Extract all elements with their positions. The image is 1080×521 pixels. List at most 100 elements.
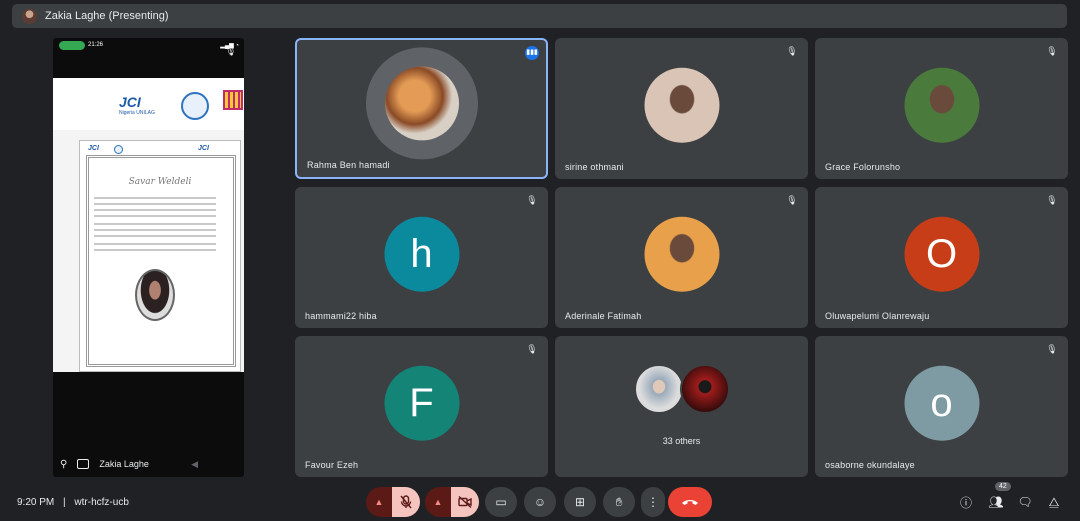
phone-time: 21:26 xyxy=(88,42,104,48)
certificate-line xyxy=(94,249,216,251)
seal-icon xyxy=(181,92,209,120)
participant-tile[interactable]: 🎙︎ Aderinale Fatimah xyxy=(555,187,808,328)
certificate-photo xyxy=(135,269,175,321)
jci-logo: JCI Nigeria UNILAG xyxy=(119,94,155,116)
mic-off-icon: 🎙︎ xyxy=(526,195,538,205)
mic-off-icon[interactable] xyxy=(392,487,420,517)
meeting-details-icon[interactable]: ⓘ xyxy=(954,487,978,517)
participant-tile[interactable]: 🎙︎ Grace Folorunsho xyxy=(815,38,1068,179)
avatar-letter: F xyxy=(409,380,434,425)
speaking-indicator-icon: ▮▮▮ xyxy=(525,46,539,60)
emoji-icon[interactable]: ☺ xyxy=(524,487,556,517)
participant-name: Oluwapelumi Olanrewaju xyxy=(825,311,930,321)
participant-avatar xyxy=(904,67,979,143)
camera-options-chevron-icon[interactable]: ▲ xyxy=(425,487,451,517)
presenter-label: Zakia Laghe (Presenting) xyxy=(45,10,169,22)
presentation-footer: ⚲ Zakia Laghe ◀ xyxy=(53,454,244,474)
phone-status-bar: 21:26 ▂▄▆ ◔ xyxy=(59,40,239,50)
presenter-avatar xyxy=(22,8,37,24)
participant-avatar: o xyxy=(904,365,979,441)
jci-logo-subtitle: Nigeria UNILAG xyxy=(119,110,155,116)
activities-icon[interactable]: ⧋ xyxy=(1042,487,1066,517)
present-control: ⊞ xyxy=(564,487,596,517)
info-separator: | xyxy=(63,497,66,508)
participant-avatar: F xyxy=(384,365,459,441)
certificate-line xyxy=(94,215,216,217)
certificate: JCI JCI Savar Weldeli xyxy=(79,140,241,372)
participant-name: Aderinale Fatimah xyxy=(565,311,642,321)
mic-off-icon: 🎙︎ xyxy=(786,195,798,205)
raise-hand-icon[interactable]: ✋︎ xyxy=(603,487,635,517)
others-avatars xyxy=(633,364,730,414)
hangup-icon[interactable] xyxy=(668,487,712,517)
participant-avatar xyxy=(644,67,719,143)
mic-off-icon: 🎙︎ xyxy=(225,46,237,56)
raise-hand-control: ✋︎ xyxy=(603,487,635,517)
certificate-line xyxy=(94,243,216,245)
certificate-line xyxy=(94,197,216,199)
certificate-line xyxy=(94,203,216,205)
jci-logo-text: JCI xyxy=(119,94,141,110)
screen-share-icon xyxy=(77,459,90,469)
participant-avatar xyxy=(679,364,730,414)
certificate-line xyxy=(94,235,216,237)
captions-control: ▭ xyxy=(485,487,517,517)
presenter-bar[interactable]: Zakia Laghe (Presenting) xyxy=(12,4,1067,28)
people-count-badge: 42 xyxy=(995,482,1011,491)
participant-name: Grace Folorunsho xyxy=(825,162,901,172)
mic-options-chevron-icon[interactable]: ▲ xyxy=(366,487,392,517)
participant-tile[interactable]: F 🎙︎ Favour Ezeh xyxy=(295,336,548,477)
avatar-letter: h xyxy=(410,231,433,276)
participant-photo xyxy=(384,65,459,140)
mic-off-icon: 🎙︎ xyxy=(1046,46,1058,56)
call-pill xyxy=(59,40,85,50)
participant-avatar xyxy=(633,364,684,414)
participant-tile[interactable]: O 🎙︎ Oluwapelumi Olanrewaju xyxy=(815,187,1068,328)
present-screen-icon[interactable]: ⊞ xyxy=(564,487,596,517)
certificate-seal-icon xyxy=(114,145,123,154)
participant-avatar: h xyxy=(384,216,459,292)
others-count: 33 others xyxy=(662,436,701,446)
camera-control: ▲ xyxy=(425,487,479,517)
clock: 9:20 PM xyxy=(17,497,55,508)
participant-name: Favour Ezeh xyxy=(305,460,359,470)
participant-tile[interactable]: 🎙︎ sirine othmani xyxy=(555,38,808,179)
participant-name: hammami22 hiba xyxy=(305,311,377,321)
meet-window: Zakia Laghe (Presenting) 21:26 ▂▄▆ ◔ 🎙︎ … xyxy=(0,0,1080,521)
collapse-icon[interactable]: ◀ xyxy=(191,459,198,470)
mic-control: ▲ xyxy=(366,487,420,517)
participant-tile[interactable]: ▮▮▮ Rahma Ben hamadi xyxy=(295,38,548,179)
meeting-code: wtr-hcfz-ucb xyxy=(74,497,129,508)
participant-avatar xyxy=(644,216,719,292)
certificate-logo-left: JCI xyxy=(88,145,99,152)
mic-off-icon: 🎙︎ xyxy=(1046,344,1058,354)
document-header: JCI Nigeria UNILAG xyxy=(53,78,244,130)
mic-off-icon: 🎙︎ xyxy=(526,344,538,354)
mic-off-icon: 🎙︎ xyxy=(786,46,798,56)
avatar-letter: O xyxy=(925,231,958,276)
presentation-tile[interactable]: 21:26 ▂▄▆ ◔ 🎙︎ JCI Nigeria UNILAG JCI JC… xyxy=(53,38,244,477)
mic-off-icon: 🎙︎ xyxy=(1046,195,1058,205)
emoji-control: ☺ xyxy=(524,487,556,517)
control-bar: 9:20 PM | wtr-hcfz-ucb ▲ ▲ ▭ ☺ ⊞ ✋︎ ⋮ ⓘ … xyxy=(0,482,1080,521)
participant-name: osaborne okundalaye xyxy=(825,460,915,470)
participant-name: sirine othmani xyxy=(565,162,624,172)
partner-logo xyxy=(223,90,243,110)
participant-video xyxy=(365,46,478,159)
certificate-line xyxy=(94,209,216,211)
participant-avatar: O xyxy=(904,216,979,292)
people-icon[interactable]: 👥︎ xyxy=(984,487,1008,517)
avatar-letter: o xyxy=(930,380,953,425)
participant-tile[interactable]: o 🎙︎ osaborne okundalaye xyxy=(815,336,1068,477)
participant-tile[interactable]: 33 others xyxy=(555,336,808,477)
hangup-control xyxy=(668,487,712,517)
camera-off-icon[interactable] xyxy=(451,487,479,517)
participant-tile[interactable]: h 🎙︎ hammami22 hiba xyxy=(295,187,548,328)
certificate-line xyxy=(94,223,216,225)
pin-icon[interactable]: ⚲ xyxy=(60,459,67,470)
meeting-info: 9:20 PM | wtr-hcfz-ucb xyxy=(17,497,129,508)
more-options-control: ⋮ xyxy=(641,487,665,517)
more-options-icon[interactable]: ⋮ xyxy=(641,487,665,517)
captions-icon[interactable]: ▭ xyxy=(485,487,517,517)
chat-icon[interactable]: 🗨︎ xyxy=(1013,487,1037,517)
